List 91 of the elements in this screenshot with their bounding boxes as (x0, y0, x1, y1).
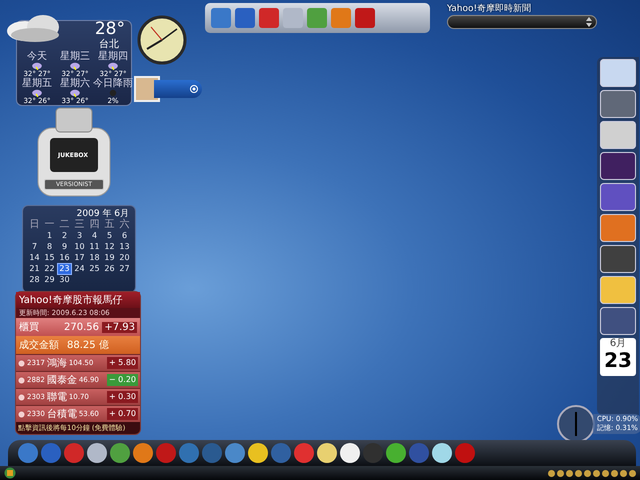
calendar-day[interactable]: 8 (46, 242, 54, 252)
weekday-label: 五 (104, 220, 114, 230)
weekday-label: 四 (90, 220, 100, 230)
weekday-label: 二 (60, 220, 70, 230)
weekday-label: 星期四 (98, 52, 128, 62)
widget-icon[interactable] (600, 152, 636, 180)
volume-label: 成交金額 (19, 338, 59, 352)
calendar-day[interactable]: 27 (118, 264, 131, 274)
calendar-day[interactable]: 29 (43, 275, 56, 285)
clock-drawing (137, 15, 187, 65)
calendar-day[interactable]: 28 (28, 275, 41, 285)
calendar-day[interactable]: 9 (60, 242, 68, 252)
app-icon[interactable] (432, 443, 452, 463)
widget-icon[interactable] (600, 307, 636, 335)
stock-icon (18, 360, 25, 366)
stock-icon (18, 376, 25, 384)
storm-icon (30, 62, 44, 70)
day-number: 23 (604, 349, 632, 371)
app-icon[interactable] (248, 443, 268, 463)
selected-day[interactable]: 23 (58, 264, 71, 274)
weekday-label: 日 (30, 220, 40, 230)
news-title: Yahoo!奇摩即時新聞 (447, 2, 532, 15)
calendar-day[interactable]: 10 (73, 242, 86, 252)
month-label: 6月 (610, 338, 626, 349)
news-ticker[interactable] (447, 15, 597, 29)
calendar-day[interactable]: 16 (58, 253, 71, 263)
stock-change: − 0.20 (106, 374, 138, 386)
weekday-label: 星期五 (22, 79, 52, 89)
calendar-day[interactable]: 14 (28, 253, 41, 263)
start-icon[interactable] (4, 467, 16, 479)
widget-icon[interactable] (600, 90, 636, 118)
stock-name: 聯電 (46, 391, 67, 404)
calendar-day[interactable]: 13 (118, 242, 131, 252)
stock-name: 鴻海 (46, 357, 67, 370)
app-icon[interactable] (386, 443, 406, 463)
calendar-day[interactable]: 2 (60, 231, 68, 241)
calendar-day[interactable]: 18 (88, 253, 101, 263)
stock-name: 台積電 (46, 408, 77, 421)
calendar-day[interactable]: 20 (118, 253, 131, 263)
app-icon[interactable] (133, 443, 153, 463)
temperature: 28° (94, 19, 125, 39)
widget-icon[interactable] (600, 245, 636, 273)
app-icon[interactable] (317, 443, 337, 463)
calendar-day[interactable]: 15 (43, 253, 56, 263)
stock-widget-title: Yahoo!奇摩股市報馬仔 (16, 292, 140, 308)
weekday-label: 今天 (27, 52, 47, 62)
app-icon[interactable] (87, 443, 107, 463)
calendar-icon[interactable]: 6月 23 (600, 338, 636, 376)
storm-icon (68, 89, 82, 97)
calendar-day[interactable]: 24 (73, 264, 86, 274)
moon-icon (108, 89, 118, 97)
calendar-day[interactable]: 1 (46, 231, 54, 241)
index-value: 270.56 (64, 322, 99, 332)
scroll-arrows-icon (586, 17, 592, 27)
storm-icon (30, 89, 44, 97)
storm-icon (68, 62, 82, 70)
weekday-label: 星期六 (60, 79, 90, 89)
app-icon[interactable] (340, 443, 360, 463)
calendar-day[interactable]: 25 (88, 264, 101, 274)
weekday-label: 三 (74, 220, 84, 230)
stock-change: + 5.80 (106, 357, 138, 369)
index-change: +7.93 (102, 322, 137, 332)
calendar-day[interactable]: 11 (88, 242, 101, 252)
calendar-day[interactable]: 21 (28, 264, 41, 274)
calendar-day[interactable]: 12 (103, 242, 116, 252)
calendar-day[interactable]: 19 (103, 253, 116, 263)
stock-change: + 0.70 (106, 408, 138, 420)
city-name: 台北 (99, 39, 119, 50)
calendar-day[interactable]: 17 (73, 253, 86, 263)
storm-icon (106, 62, 120, 70)
calendar-day[interactable]: 22 (43, 264, 56, 274)
calendar-title: 2009 年 6月 (76, 208, 129, 219)
calendar-day[interactable]: 7 (30, 242, 38, 252)
stock-name: 國泰金 (46, 374, 77, 387)
stock-change: + 0.30 (106, 391, 138, 403)
calendar-day[interactable]: 3 (76, 231, 84, 241)
volume-value: 88.25 億 (67, 338, 109, 352)
index-name: 櫃買 (19, 320, 40, 334)
play-icon (190, 85, 198, 93)
calendar-day[interactable]: 5 (106, 231, 114, 241)
calendar-day[interactable]: 30 (58, 275, 71, 285)
stock-icon (18, 394, 25, 400)
calendar-day[interactable]: 6 (120, 231, 128, 241)
weekday-label: 星期三 (60, 52, 90, 62)
weekday-label: 六 (120, 220, 130, 230)
rain-label: 今日降雨 (93, 79, 133, 89)
calendar-day[interactable]: 4 (90, 231, 98, 241)
weekday-label: 一 (44, 220, 54, 230)
calendar-day[interactable]: 26 (103, 264, 116, 274)
widget-icon[interactable] (600, 183, 636, 211)
stock-icon (18, 410, 25, 418)
